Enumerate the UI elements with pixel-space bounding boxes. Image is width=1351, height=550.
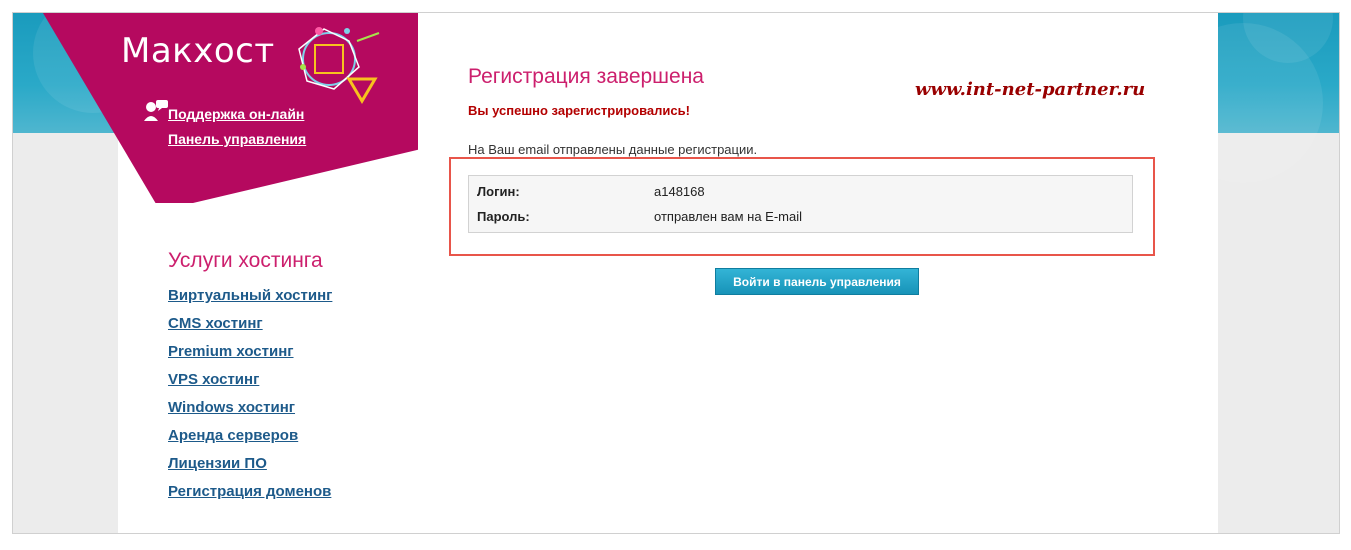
support-online-link[interactable]: Поддержка он-лайн: [168, 106, 304, 122]
sidebar-item: Premium хостинг: [168, 343, 398, 371]
sidebar-link[interactable]: Регистрация доменов: [168, 483, 331, 500]
login-panel-button[interactable]: Войти в панель управления: [715, 268, 919, 295]
sidebar-link[interactable]: Аренда серверов: [168, 427, 298, 444]
top-nav-item[interactable]: Специальные акции: [562, 17, 704, 33]
sidebar-item: VPS хостинг: [168, 371, 398, 399]
email-notice: На Ваш email отправлены данные регистрац…: [468, 142, 758, 157]
login-label: Логин:: [477, 184, 520, 199]
sidebar-link[interactable]: CMS хостинг: [168, 315, 263, 332]
sidebar-item: CMS хостинг: [168, 315, 398, 343]
login-value: a148168: [654, 184, 705, 199]
password-value: отправлен вам на E-mail: [654, 209, 803, 224]
page-frame: О компании Специальные акции Тарифы хост…: [12, 12, 1340, 534]
password-label: Пароль:: [477, 209, 530, 224]
sidebar-link[interactable]: Лицензии ПО: [168, 455, 267, 472]
sidebar: Услуги хостинга Виртуальный хостинг CMS …: [168, 249, 398, 511]
sidebar-item: Виртуальный хостинг: [168, 287, 398, 315]
sidebar-title: Услуги хостинга: [168, 249, 323, 272]
sidebar-link[interactable]: Premium хостинг: [168, 343, 294, 360]
control-panel-link[interactable]: Панель управления: [168, 131, 306, 147]
top-nav-item[interactable]: Договор хостинга: [854, 17, 977, 33]
support-chat-icon: [144, 100, 168, 121]
top-nav-item[interactable]: О компании: [466, 17, 548, 33]
sidebar-item: Регистрация доменов: [168, 483, 398, 511]
top-nav-item[interactable]: Тарифы хостинга: [718, 17, 840, 33]
sidebar-menu: Виртуальный хостинг CMS хостинг Premium …: [168, 287, 398, 511]
site-logo[interactable]: Макхост: [121, 31, 275, 71]
top-nav-item[interactable]: Контакты: [992, 17, 1058, 33]
success-message: Вы успешно зарегистрировались!: [468, 103, 690, 118]
sidebar-item: Windows хостинг: [168, 399, 398, 427]
top-nav: О компании Специальные акции Тарифы хост…: [418, 13, 1339, 37]
sidebar-link[interactable]: VPS хостинг: [168, 371, 259, 388]
credentials-box: Логин: a148168 Пароль: отправлен вам на …: [468, 175, 1133, 233]
sidebar-link[interactable]: Windows хостинг: [168, 399, 295, 416]
watermark-text: www.int-net-partner.ru: [915, 79, 1146, 100]
sidebar-item: Лицензии ПО: [168, 455, 398, 483]
sidebar-link[interactable]: Виртуальный хостинг: [168, 287, 332, 304]
sidebar-item: Аренда серверов: [168, 427, 398, 455]
logo-graphic-icon: [298, 27, 380, 104]
